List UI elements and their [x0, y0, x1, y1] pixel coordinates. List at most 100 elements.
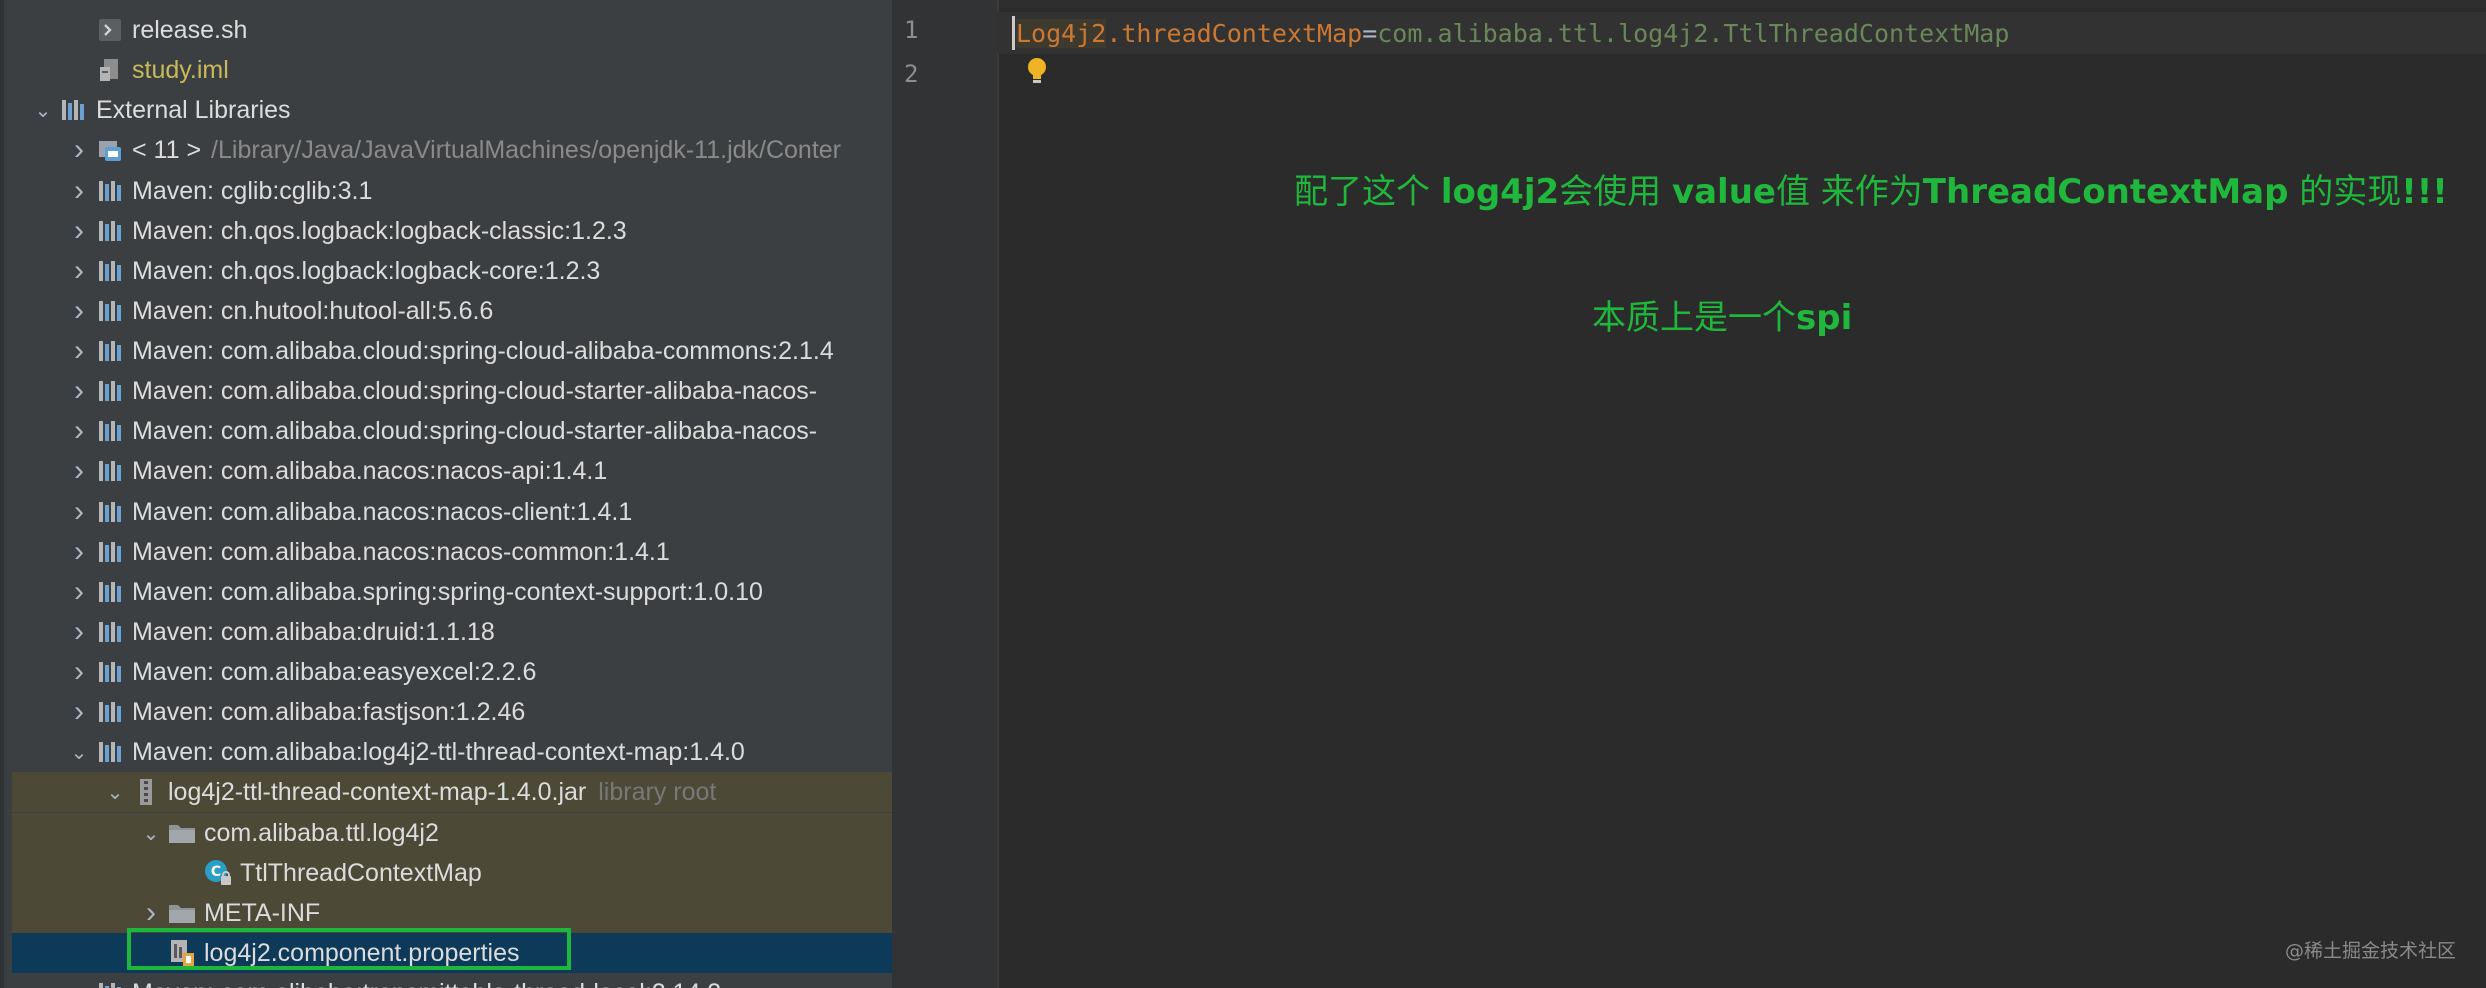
tree-row-package[interactable]: ⌄ com.alibaba.ttl.log4j2 — [12, 813, 892, 853]
chevron-right-icon[interactable]: › — [66, 214, 92, 247]
tool-window-strip — [0, 0, 4, 988]
chevron-right-icon[interactable]: › — [66, 454, 92, 487]
tree-row-maven-hutool[interactable]: › Maven: cn.hutool:hutool-all:5.6.6 — [12, 291, 892, 331]
chevron-right-icon[interactable]: › — [66, 254, 92, 287]
chevron-right-icon[interactable]: › — [66, 133, 92, 166]
tree-row-label: Maven: com.alibaba.spring:spring-context… — [132, 577, 763, 606]
tree-row-label: log4j2.component.properties — [204, 938, 520, 967]
lightbulb-icon[interactable] — [1024, 56, 1050, 86]
properties-file-icon — [168, 939, 196, 967]
tree-row-maven-fastjson[interactable]: › Maven: com.alibaba:fastjson:1.2.46 — [12, 692, 892, 732]
tree-row-label: Maven: com.alibaba.nacos:nacos-client:1.… — [132, 497, 633, 526]
chevron-right-icon[interactable]: › — [66, 174, 92, 207]
module-file-icon — [96, 56, 124, 84]
chevron-right-icon[interactable]: › — [66, 414, 92, 447]
tree-row-maven-log4j2-ttl[interactable]: ⌄ Maven: com.alibaba:log4j2-ttl-thread-co… — [12, 732, 892, 772]
tree-row-class[interactable]: C TtlThreadContextMap — [12, 853, 892, 893]
maven-library-icon — [96, 979, 124, 988]
chevron-right-icon[interactable]: › — [66, 294, 92, 327]
chevron-down-icon[interactable]: ⌄ — [138, 820, 164, 846]
chevron-right-icon[interactable]: › — [66, 535, 92, 568]
chevron-right-icon[interactable]: › — [138, 896, 164, 929]
tree-row-label: Maven: ch.qos.logback:logback-core:1.2.3 — [132, 256, 601, 285]
maven-library-icon — [96, 417, 124, 445]
tree-row-maven-nacos-starter-2[interactable]: › Maven: com.alibaba.cloud:spring-cloud-s… — [12, 411, 892, 451]
tree-row-label: Maven: com.alibaba:transmittable-thread-… — [132, 979, 721, 988]
jar-icon — [132, 778, 160, 806]
tree-row-maven-nacos-common[interactable]: › Maven: com.alibaba.nacos:nacos-common:1… — [12, 532, 892, 572]
tree-row-label: External Libraries — [96, 95, 291, 124]
editor-tab-strip — [892, 0, 2486, 8]
line-number: 2 — [904, 60, 919, 88]
chevron-right-icon[interactable]: › — [66, 374, 92, 407]
tree-row-label: Maven: com.alibaba:log4j2-ttl-thread-con… — [132, 737, 745, 766]
project-tree-panel: release.sh study.iml ⌄ External Libraries › <… — [0, 0, 892, 988]
jdk-icon — [96, 136, 124, 164]
tree-row-label: Maven: com.alibaba:fastjson:1.2.46 — [132, 697, 526, 726]
property-value: com.alibaba.ttl.log4j2.TtlThreadContextM… — [1377, 18, 2010, 48]
class-icon: C — [204, 859, 232, 887]
chevron-right-icon[interactable]: › — [66, 575, 92, 608]
tree-row-maven-easyexcel[interactable]: › Maven: com.alibaba:easyexcel:2.2.6 — [12, 652, 892, 692]
tree-row-maven-transmittable[interactable]: › Maven: com.alibaba:transmittable-thread… — [12, 973, 892, 988]
tree-row-label: Maven: cn.hutool:hutool-all:5.6.6 — [132, 296, 494, 325]
tree-row-maven-nacos-starter-1[interactable]: › Maven: com.alibaba.cloud:spring-cloud-s… — [12, 371, 892, 411]
chevron-right-icon[interactable]: › — [66, 695, 92, 728]
tree-row-maven-spring-context-support[interactable]: › Maven: com.alibaba.spring:spring-contex… — [12, 572, 892, 612]
code-line-1[interactable]: Log4j2 .threadContextMap = com.alibaba.t… — [1012, 14, 2009, 52]
tree-row-maven-nacos-client[interactable]: › Maven: com.alibaba.nacos:nacos-client:1… — [12, 492, 892, 532]
chevron-down-icon[interactable]: ⌄ — [66, 739, 92, 765]
maven-library-icon — [96, 177, 124, 205]
maven-library-icon — [96, 297, 124, 325]
chevron-right-icon[interactable]: › — [66, 655, 92, 688]
chevron-right-icon[interactable]: › — [66, 495, 92, 528]
tree-row-maven-druid[interactable]: › Maven: com.alibaba:druid:1.1.18 — [12, 612, 892, 652]
text-caret — [1012, 16, 1015, 50]
tree-row-label: Maven: com.alibaba.cloud:spring-cloud-st… — [132, 376, 818, 405]
maven-library-icon — [96, 658, 124, 686]
tree-row-label: Maven: com.alibaba.cloud:spring-cloud-al… — [132, 336, 834, 365]
package-folder-icon — [168, 819, 196, 847]
maven-library-icon — [96, 578, 124, 606]
tree-row-release-sh[interactable]: release.sh — [12, 10, 892, 50]
tree-row-study-iml[interactable]: study.iml — [12, 50, 892, 90]
tree-row-label: log4j2-ttl-thread-context-map-1.4.0.jar — [168, 777, 587, 806]
chevron-right-icon[interactable]: › — [66, 615, 92, 648]
tree-row-label: Maven: com.alibaba:druid:1.1.18 — [132, 617, 495, 646]
tree-row-label: Maven: cglib:cglib:3.1 — [132, 176, 373, 205]
tree-row-maven-logback-core[interactable]: › Maven: ch.qos.logback:logback-core:1.2.… — [12, 251, 892, 291]
tree-row-label: < 11 > — [132, 135, 202, 164]
chevron-right-icon[interactable]: › — [66, 976, 92, 988]
property-key-highlighted: Log4j2 — [1016, 18, 1107, 48]
tree-row-label: META-INF — [204, 898, 321, 927]
maven-library-icon — [96, 618, 124, 646]
tree-row-jdk[interactable]: › < 11 > /Library/Java/JavaVirtualMachines… — [12, 130, 892, 170]
tree-row-label: Maven: ch.qos.logback:logback-classic:1.… — [132, 216, 627, 245]
annotation-text-1: 配了这个 log4j2会使用 value值 来作为ThreadContextMa… — [1294, 172, 2448, 212]
annotation-text-2: 本质上是一个spi — [1592, 298, 1853, 338]
shell-script-icon — [96, 16, 124, 44]
property-equals: = — [1362, 18, 1378, 48]
tree-row-maven-nacos-api[interactable]: › Maven: com.alibaba.nacos:nacos-api:1.4.… — [12, 451, 892, 491]
tree-row-maven-scac[interactable]: › Maven: com.alibaba.cloud:spring-cloud-a… — [12, 331, 892, 371]
tree-row-label: Maven: com.alibaba:easyexcel:2.2.6 — [132, 657, 537, 686]
chevron-down-icon[interactable]: ⌄ — [30, 97, 56, 123]
line-number-gutter: 1 2 — [892, 0, 999, 988]
tree-row-label: Maven: com.alibaba.nacos:nacos-common:1.… — [132, 537, 670, 566]
maven-library-icon — [96, 498, 124, 526]
editor-panel[interactable]: 1 2 Log4j2 .threadContextMap = com.aliba… — [892, 0, 2486, 988]
tree-row-maven-cglib[interactable]: › Maven: cglib:cglib:3.1 — [12, 171, 892, 211]
tree-row-hint: library root — [598, 777, 717, 806]
libraries-icon — [60, 96, 88, 124]
tree-row-maven-logback-classic[interactable]: › Maven: ch.qos.logback:logback-classic:1… — [12, 211, 892, 251]
tree-row-label: TtlThreadContextMap — [240, 858, 482, 887]
chevron-right-icon[interactable]: › — [66, 334, 92, 367]
chevron-down-icon[interactable]: ⌄ — [102, 779, 128, 805]
tree-row-properties[interactable]: log4j2.component.properties — [12, 933, 892, 973]
maven-library-icon — [96, 377, 124, 405]
tree-row-meta-inf[interactable]: › META-INF — [12, 893, 892, 933]
maven-library-icon — [96, 217, 124, 245]
tree-row-label: Maven: com.alibaba.nacos:nacos-api:1.4.1 — [132, 456, 608, 485]
tree-row-jar[interactable]: ⌄ log4j2-ttl-thread-context-map-1.4.0.jar… — [12, 772, 892, 812]
tree-row-external-libraries[interactable]: ⌄ External Libraries — [12, 90, 892, 130]
